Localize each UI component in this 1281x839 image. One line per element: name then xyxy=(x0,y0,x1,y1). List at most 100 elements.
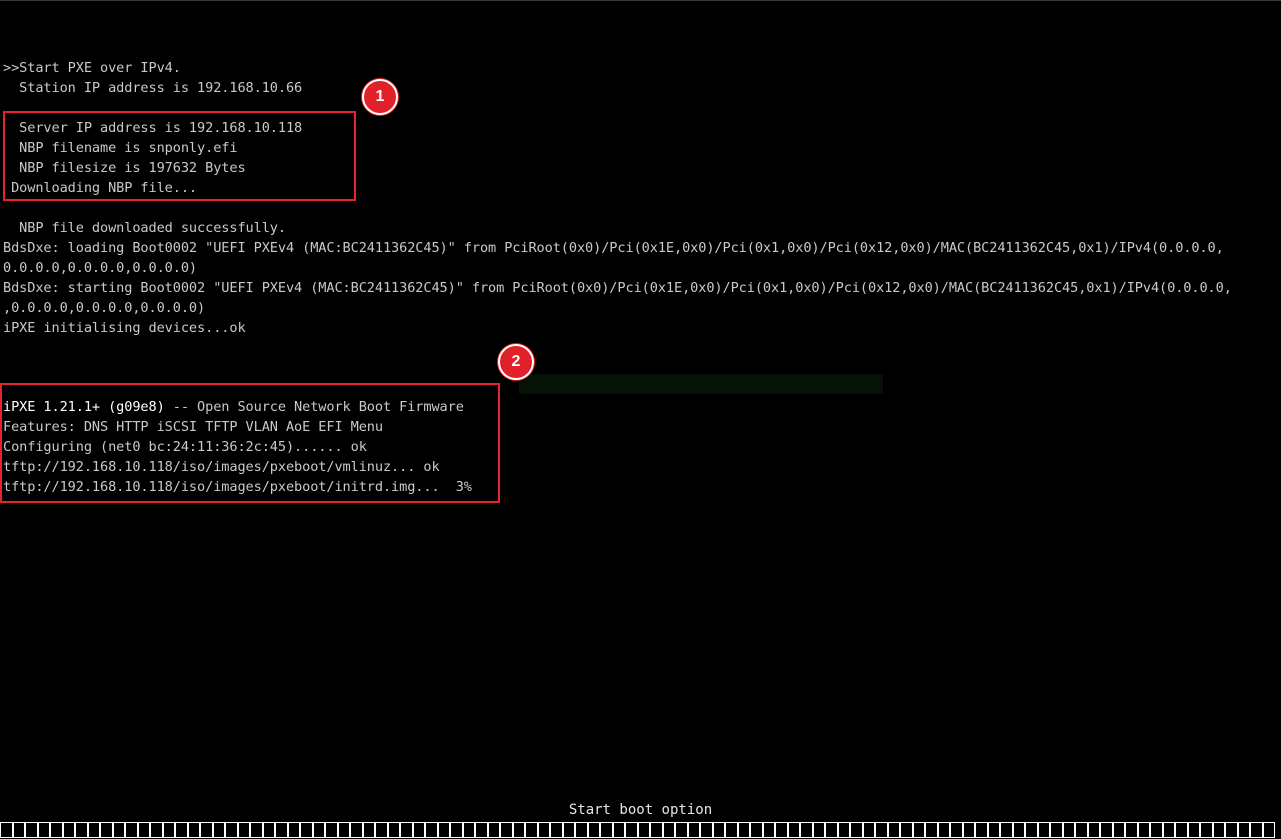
progress-cell xyxy=(1150,822,1163,838)
progress-cell xyxy=(662,822,675,838)
progress-cell xyxy=(75,822,88,838)
progress-cell xyxy=(237,822,250,838)
progress-cell xyxy=(1262,822,1275,838)
progress-cell xyxy=(687,822,700,838)
progress-cell xyxy=(275,822,288,838)
progress-cell xyxy=(12,822,25,838)
progress-cell xyxy=(437,822,450,838)
progress-cell xyxy=(950,822,963,838)
progress-cell xyxy=(487,822,500,838)
progress-cell xyxy=(1087,822,1100,838)
progress-cell xyxy=(825,822,838,838)
progress-cell xyxy=(475,822,488,838)
progress-cell xyxy=(562,822,575,838)
console-line: BdsDxe: starting Boot0002 "UEFI PXEv4 (M… xyxy=(3,280,1232,296)
progress-cell xyxy=(1200,822,1213,838)
progress-cell xyxy=(912,822,925,838)
progress-cell xyxy=(137,822,150,838)
console-line: BdsDxe: loading Boot0002 "UEFI PXEv4 (MA… xyxy=(3,240,1224,256)
console-line: iPXE initialising devices...ok xyxy=(3,320,246,336)
progress-cell xyxy=(362,822,375,838)
progress-cell xyxy=(112,822,125,838)
progress-cell xyxy=(587,822,600,838)
progress-cell xyxy=(925,822,938,838)
progress-cell xyxy=(87,822,100,838)
progress-cell xyxy=(462,822,475,838)
progress-cell xyxy=(987,822,1000,838)
progress-cell xyxy=(700,822,713,838)
progress-cell xyxy=(600,822,613,838)
progress-cell xyxy=(975,822,988,838)
progress-cell xyxy=(937,822,950,838)
console-line: NBP file downloaded successfully. xyxy=(3,220,286,236)
progress-cell xyxy=(737,822,750,838)
progress-cell xyxy=(550,822,563,838)
progress-cell xyxy=(1050,822,1063,838)
console-line: 0.0.0.0,0.0.0.0,0.0.0.0) xyxy=(3,260,198,276)
progress-cell xyxy=(1100,822,1113,838)
progress-cell xyxy=(100,822,113,838)
progress-cell xyxy=(1212,822,1225,838)
progress-cell xyxy=(412,822,425,838)
progress-cell xyxy=(187,822,200,838)
progress-cell xyxy=(612,822,625,838)
progress-cell xyxy=(1000,822,1013,838)
progress-cell xyxy=(312,822,325,838)
progress-cell xyxy=(900,822,913,838)
progress-cell xyxy=(325,822,338,838)
progress-cell xyxy=(787,822,800,838)
progress-cell xyxy=(1187,822,1200,838)
progress-cell xyxy=(637,822,650,838)
console-line: Station IP address is 192.168.10.66 xyxy=(3,80,303,96)
highlight-box-ipxe-output xyxy=(0,383,500,503)
progress-cell xyxy=(1225,822,1238,838)
progress-cell xyxy=(962,822,975,838)
progress-cell xyxy=(175,822,188,838)
console-line: ,0.0.0.0,0.0.0.0,0.0.0.0) xyxy=(3,300,206,316)
progress-cell xyxy=(750,822,763,838)
progress-cell xyxy=(525,822,538,838)
progress-cell xyxy=(500,822,513,838)
progress-cell xyxy=(0,822,13,838)
progress-cell xyxy=(887,822,900,838)
progress-cell xyxy=(350,822,363,838)
callout-badge-1: 1 xyxy=(362,79,398,115)
progress-cell xyxy=(762,822,775,838)
progress-cell xyxy=(1037,822,1050,838)
boot-progress-bar xyxy=(0,821,1281,839)
progress-cell xyxy=(862,822,875,838)
progress-cell xyxy=(400,822,413,838)
progress-cell xyxy=(300,822,313,838)
progress-cell xyxy=(450,822,463,838)
progress-cell xyxy=(1062,822,1075,838)
progress-cell xyxy=(650,822,663,838)
progress-cell xyxy=(337,822,350,838)
progress-cell xyxy=(1162,822,1175,838)
progress-cell xyxy=(125,822,138,838)
boot-status-text: Start boot option xyxy=(568,802,713,818)
progress-cell xyxy=(200,822,213,838)
faint-background-bar xyxy=(519,374,883,394)
progress-cell xyxy=(250,822,263,838)
progress-cell xyxy=(150,822,163,838)
progress-cell xyxy=(25,822,38,838)
progress-cell xyxy=(1075,822,1088,838)
progress-cell xyxy=(850,822,863,838)
progress-cell xyxy=(62,822,75,838)
progress-cell xyxy=(875,822,888,838)
console-line: >>Start PXE over IPv4. xyxy=(3,60,181,76)
progress-cell xyxy=(387,822,400,838)
progress-cell xyxy=(50,822,63,838)
progress-cell xyxy=(512,822,525,838)
progress-cell xyxy=(712,822,725,838)
progress-cell xyxy=(225,822,238,838)
progress-cell xyxy=(1175,822,1188,838)
callout-badge-2: 2 xyxy=(498,344,534,380)
progress-cell xyxy=(162,822,175,838)
progress-cell xyxy=(262,822,275,838)
progress-cell xyxy=(287,822,300,838)
progress-cell xyxy=(1250,822,1263,838)
progress-cell xyxy=(212,822,225,838)
progress-cell xyxy=(1125,822,1138,838)
progress-cell xyxy=(1237,822,1250,838)
